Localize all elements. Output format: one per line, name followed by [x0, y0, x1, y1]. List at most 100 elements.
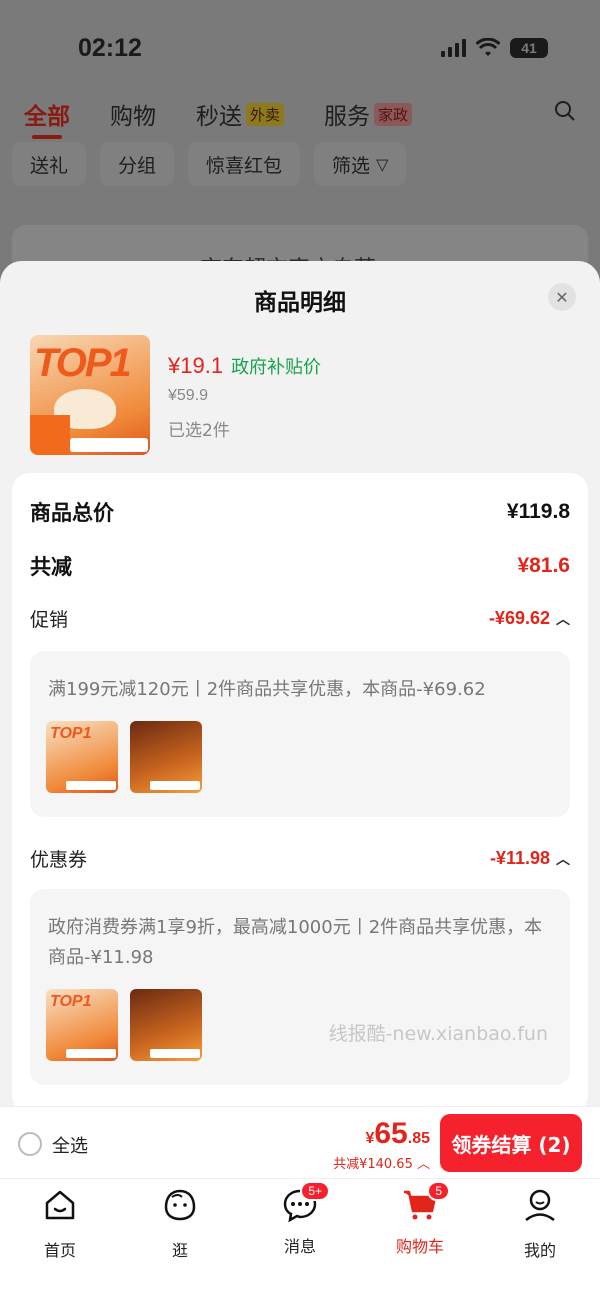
- thumbnail-shrimp[interactable]: [130, 721, 202, 793]
- watermark: 线报酷-new.xianbao.fun: [328, 1023, 548, 1045]
- total-row: 商品总价 ¥119.8: [30, 497, 570, 527]
- tab-messages[interactable]: 5+ 消息: [250, 1181, 350, 1257]
- message-badge: 5+: [300, 1181, 330, 1201]
- coupon-value: -¥11.98: [489, 848, 550, 868]
- wifi-icon: [476, 38, 500, 56]
- funnel-icon: ▽: [376, 154, 389, 174]
- tab-delivery[interactable]: 秒送 外卖: [196, 97, 285, 131]
- price-line: ¥19.1 政府补贴价: [168, 353, 321, 379]
- coupon-label: 优惠券: [30, 849, 88, 871]
- status-bar: 02:12 41: [0, 28, 600, 68]
- message-icon-wrap: 5+: [282, 1181, 330, 1223]
- thumb-label: TOP1: [50, 725, 92, 742]
- checkout-bar: 全选 ¥65.85 共减¥140.65 ︿ 领券结算 (2): [0, 1106, 600, 1178]
- tab-label: 我的: [523, 1241, 556, 1260]
- discount-toggle[interactable]: 共减¥140.65 ︿: [333, 1153, 430, 1172]
- tab-badge: 家政: [374, 102, 413, 126]
- tab-browse[interactable]: 逛: [130, 1187, 230, 1261]
- battery-icon: 41: [510, 38, 548, 58]
- product-price: ¥19.1: [168, 353, 224, 378]
- close-button[interactable]: ✕: [548, 283, 576, 311]
- promo-thumbnails: TOP1: [46, 721, 202, 793]
- tab-profile[interactable]: 我的: [490, 1187, 590, 1261]
- tab-label: 服务: [324, 104, 371, 130]
- reduce-row: 共减 ¥81.6: [30, 551, 570, 581]
- product-image-text: TOP1: [34, 341, 132, 385]
- filter-redpacket[interactable]: 惊喜红包: [188, 142, 301, 186]
- tab-label: 购物: [110, 104, 156, 130]
- filter-gift[interactable]: 送礼: [12, 142, 87, 186]
- thumb-label: TOP1: [50, 993, 92, 1010]
- thumb-strip: [150, 781, 200, 790]
- thumb-strip: [66, 781, 116, 790]
- tab-label: 逛: [171, 1241, 188, 1260]
- select-all-label[interactable]: 全选: [52, 1132, 88, 1158]
- total-price: ¥65.85: [333, 1117, 430, 1151]
- total-label: 商品总价: [30, 501, 114, 525]
- price-detail-card: 商品总价 ¥119.8 共减 ¥81.6 促销 -¥69.62 ︿ 满199元减1…: [12, 473, 588, 1113]
- promo-label: 促销: [30, 609, 69, 631]
- signal-icon: [441, 39, 466, 57]
- thumbnail-shrimp[interactable]: [130, 989, 202, 1061]
- tab-label: 全部: [24, 104, 70, 130]
- close-icon: ✕: [555, 287, 569, 307]
- select-all-radio[interactable]: [18, 1132, 42, 1156]
- status-time: 02:12: [78, 34, 142, 62]
- product-image-strip: [70, 438, 148, 452]
- chevron-up-icon: ︿: [556, 610, 570, 627]
- coupon-value-wrap: -¥11.98 ︿: [490, 848, 570, 869]
- chevron-up-icon: ︿: [416, 1157, 430, 1172]
- filter-group[interactable]: 分组: [100, 142, 175, 186]
- filter-row: 送礼 分组 惊喜红包 筛选 ▽: [12, 142, 407, 186]
- selected-count: 已选2件: [168, 421, 230, 441]
- reduce-value: ¥81.6: [517, 554, 570, 577]
- product-image-corner: [30, 415, 70, 455]
- total-dec: .85: [407, 1130, 430, 1147]
- search-icon[interactable]: [554, 100, 576, 122]
- discount-text: 共减¥140.65: [333, 1157, 413, 1172]
- tab-all[interactable]: 全部: [24, 97, 70, 139]
- thumbnail-dumpling[interactable]: TOP1: [46, 989, 118, 1061]
- product-image: TOP1: [30, 335, 150, 455]
- tab-label: 首页: [43, 1241, 76, 1260]
- promo-value-wrap: -¥69.62 ︿: [489, 608, 570, 629]
- browse-icon: [164, 1189, 196, 1221]
- tab-label: 秒送: [196, 104, 242, 130]
- chevron-up-icon: ︿: [556, 850, 570, 867]
- thumb-strip: [66, 1049, 116, 1058]
- tab-service[interactable]: 服务 家政: [324, 97, 413, 131]
- total-int: 65: [374, 1117, 408, 1150]
- coupon-thumbnails: TOP1: [46, 989, 202, 1061]
- sheet-title: 商品明细: [254, 290, 346, 316]
- coupon-desc: 政府消费券满1享9折，最高减1000元丨2件商品共享优惠，本商品-¥11.98: [48, 917, 543, 968]
- coupon-detail-box: 政府消费券满1享9折，最高减1000元丨2件商品共享优惠，本商品-¥11.98 …: [30, 889, 570, 1085]
- promo-desc: 满199元减120元丨2件商品共享优惠，本商品-¥69.62: [48, 679, 486, 700]
- coupon-row[interactable]: 优惠券 -¥11.98 ︿: [30, 845, 570, 872]
- cart-icon-wrap: 5: [402, 1181, 450, 1223]
- reduce-label: 共减: [30, 555, 72, 579]
- total-value: ¥119.8: [506, 500, 570, 523]
- promo-value: -¥69.62: [488, 608, 550, 628]
- thumbnail-dumpling[interactable]: TOP1: [46, 721, 118, 793]
- checkout-button[interactable]: 领券结算 (2): [440, 1114, 582, 1172]
- tab-label: 购物车: [395, 1237, 444, 1256]
- status-icons: 41: [441, 38, 548, 58]
- tab-home[interactable]: 首页: [10, 1187, 110, 1261]
- total-block: ¥65.85 共减¥140.65 ︿: [333, 1117, 430, 1172]
- bottom-tab-bar: 首页 逛 5+ 消息 5 购物车 我的: [0, 1178, 600, 1304]
- profile-icon: [525, 1189, 555, 1222]
- gov-subsidy-tag: 政府补贴价: [231, 357, 322, 378]
- promo-row[interactable]: 促销 -¥69.62 ︿: [30, 605, 570, 632]
- tab-shopping[interactable]: 购物: [110, 97, 156, 131]
- filter-filter[interactable]: 筛选 ▽: [314, 142, 407, 186]
- tab-cart[interactable]: 5 购物车: [370, 1181, 470, 1257]
- tab-label: 消息: [283, 1237, 316, 1256]
- tab-badge: 外卖: [246, 102, 285, 126]
- home-icon: [45, 1190, 75, 1220]
- original-price: ¥59.9: [168, 387, 209, 404]
- promo-detail-box: 满199元减120元丨2件商品共享优惠，本商品-¥69.62 TOP1: [30, 651, 570, 817]
- top-tabs: 全部 购物 秒送 外卖 服务 家政: [24, 94, 580, 139]
- thumb-strip: [150, 1049, 200, 1058]
- cart-badge: 5: [427, 1181, 450, 1201]
- filter-label: 筛选: [332, 154, 371, 177]
